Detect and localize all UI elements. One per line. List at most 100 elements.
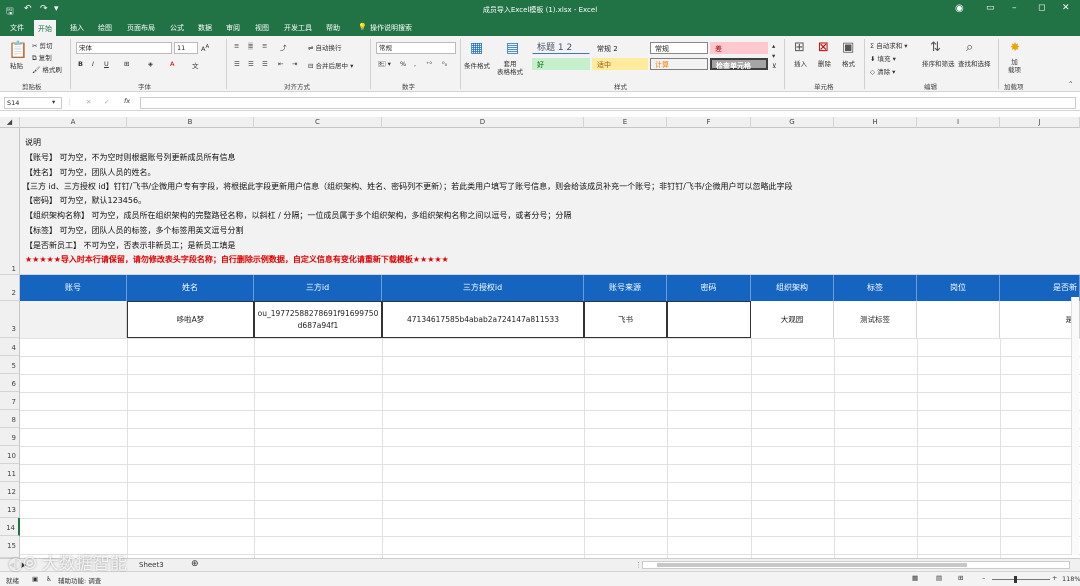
data-cell-org[interactable]: 大观园 — [751, 301, 834, 338]
header-cell-tags[interactable]: 标签 — [834, 275, 917, 301]
merge-center-button[interactable]: ⊟ 合并后居中 ▾ — [308, 60, 353, 70]
tab-help[interactable]: 帮助 — [322, 23, 344, 33]
zoom-level[interactable]: 118% — [1062, 575, 1080, 583]
autosum-button[interactable]: Σ 自动求和 ▾ — [870, 40, 908, 50]
macro-record-icon[interactable]: ▣ — [32, 575, 38, 583]
tab-insert[interactable]: 插入 — [66, 23, 88, 33]
horizontal-scrollbar[interactable] — [642, 561, 1070, 569]
copy-button[interactable]: ⧉ 复制 — [32, 52, 52, 63]
format-cells-button[interactable]: 格式 — [842, 58, 855, 68]
row-header-13[interactable]: 13 — [0, 500, 20, 518]
name-box-dropdown-icon[interactable]: ▾ — [52, 98, 55, 106]
format-cells-icon[interactable]: ▣ — [842, 40, 854, 55]
format-as-table-button[interactable]: 套用 表格格式 — [497, 60, 523, 76]
header-cell-position[interactable]: 岗位 — [917, 275, 1000, 301]
currency-icon[interactable]: 🖭 ▾ — [378, 60, 391, 71]
tab-review[interactable]: 审阅 — [222, 23, 244, 33]
fill-button[interactable]: ⬇ 填充 ▾ — [870, 53, 896, 63]
style-bad[interactable]: 差 — [710, 42, 768, 54]
clear-button[interactable]: ◇ 清除 ▾ — [870, 66, 895, 76]
italic-icon[interactable]: I — [92, 60, 94, 68]
column-header-b[interactable]: B — [127, 117, 254, 128]
collapse-ribbon-icon[interactable]: ⌃ — [1068, 80, 1073, 88]
tab-file[interactable]: 文件 — [6, 23, 28, 33]
header-cell-password[interactable]: 密码 — [667, 275, 751, 301]
notes-cell[interactable] — [20, 128, 1080, 275]
sort-filter-button[interactable]: 排序和筛选 — [922, 58, 955, 68]
find-select-icon[interactable]: ⌕ — [966, 40, 973, 55]
sort-filter-icon[interactable]: ⇅ — [930, 40, 941, 55]
horizontal-scroll-thumb[interactable] — [657, 563, 967, 567]
fill-color-icon[interactable]: ◈ — [148, 60, 153, 68]
bold-icon[interactable]: B — [78, 60, 83, 68]
cancel-entry-icon[interactable]: ✕ — [86, 98, 91, 106]
font-color-icon[interactable]: A — [170, 60, 174, 68]
style-neutral[interactable]: 适中 — [592, 58, 648, 70]
data-cell-name[interactable]: 哆啦A梦 — [127, 301, 254, 338]
column-header-i[interactable]: I — [917, 117, 1000, 128]
cut-button[interactable]: ✂ 剪切 — [32, 40, 53, 50]
row-header-3[interactable]: 3 — [0, 301, 20, 338]
tab-home[interactable]: 开始 — [34, 20, 56, 36]
align-middle-icon[interactable]: ≡ — [248, 42, 254, 50]
tab-page-layout[interactable]: 页面布局 — [123, 23, 159, 33]
page-break-view-icon[interactable]: ⊞ — [958, 574, 963, 582]
column-header-a[interactable]: A — [20, 117, 127, 128]
ribbon-display-icon[interactable]: ▭ — [986, 3, 995, 13]
style-normal[interactable]: 常规 — [650, 42, 708, 54]
account-avatar-icon[interactable]: ◉ — [955, 3, 964, 14]
styles-more-icon[interactable]: ⊻ — [772, 62, 777, 70]
header-cell-org[interactable]: 组织架构 — [751, 275, 834, 301]
confirm-entry-icon[interactable]: ✓ — [104, 98, 109, 106]
delete-cells-icon[interactable]: ⊠ — [818, 40, 829, 55]
minimize-icon[interactable]: – — [1012, 3, 1017, 13]
sheet-tab-sheet3[interactable]: Sheet3 — [134, 559, 169, 571]
align-right-icon[interactable]: ☰ — [262, 60, 268, 68]
data-cell-third-party-auth-id[interactable]: 47134617585b4abab2a724147a811533 — [382, 301, 584, 338]
row-header-7[interactable]: 7 — [0, 392, 20, 410]
align-top-icon[interactable]: ≡ — [234, 42, 239, 50]
styles-scroll-down-icon[interactable]: ▾ — [772, 52, 775, 60]
zoom-out-icon[interactable]: – — [982, 574, 985, 582]
conditional-format-icon[interactable]: ▦ — [470, 40, 483, 56]
maximize-icon[interactable]: ◻ — [1038, 3, 1045, 13]
tab-draw[interactable]: 绘图 — [94, 23, 116, 33]
style-calculation[interactable]: 计算 — [650, 58, 708, 70]
insert-cells-button[interactable]: 插入 — [794, 58, 807, 68]
column-header-d[interactable]: D — [382, 117, 584, 128]
data-cell-account[interactable] — [20, 301, 127, 338]
row-header-12[interactable]: 12 — [0, 482, 20, 500]
accessibility-status[interactable]: 辅助功能: 调查 — [58, 575, 101, 585]
insert-cells-icon[interactable]: ⊞ — [794, 40, 805, 55]
format-as-table-icon[interactable]: ▤ — [506, 40, 519, 56]
worksheet-grid[interactable]: ◢ A B C D E F G H I J 1 2 3 4 5 6 7 8 9 … — [0, 117, 1080, 558]
column-header-g[interactable]: G — [751, 117, 834, 128]
accessibility-icon[interactable]: ♿ — [46, 575, 52, 583]
number-format-select[interactable]: 常规 — [376, 42, 456, 54]
wrap-text-button[interactable]: ⇌ 自动换行 — [308, 42, 342, 52]
conditional-format-button[interactable]: 条件格式 — [464, 60, 490, 70]
data-cell-third-party-id[interactable]: ou_19772588278691f91699750d687a94f1 — [254, 301, 382, 338]
align-bottom-icon[interactable]: ≡ — [262, 42, 267, 50]
data-cell-tags[interactable]: 测试标签 — [834, 301, 917, 338]
style-heading[interactable]: 标题 1 2 — [532, 42, 590, 54]
increase-indent-icon[interactable]: ⇥ — [292, 60, 297, 68]
addins-button[interactable]: 加 载项 — [1008, 58, 1021, 74]
row-header-9[interactable]: 9 — [0, 428, 20, 446]
increase-decimal-icon[interactable]: ⁺⁰ — [426, 60, 432, 68]
data-cell-account-source[interactable]: 飞书 — [584, 301, 667, 338]
row-header-8[interactable]: 8 — [0, 410, 20, 428]
normal-view-icon[interactable]: ▦ — [912, 574, 918, 582]
data-cell-password[interactable] — [667, 301, 751, 338]
formula-input[interactable] — [140, 97, 1076, 109]
paste-button[interactable]: 粘贴 — [10, 60, 23, 70]
borders-icon[interactable]: ⊞ — [124, 60, 129, 68]
format-painter-button[interactable]: 🖌 格式刷 — [32, 64, 62, 74]
row-header-1[interactable]: 1 — [0, 128, 20, 275]
tab-view[interactable]: 视图 — [251, 23, 273, 33]
font-grow-icon[interactable]: AA — [201, 44, 209, 53]
phonetic-icon[interactable]: 文 — [192, 60, 199, 70]
font-name-select[interactable]: 宋体 — [76, 42, 172, 54]
paste-icon[interactable]: 📋 — [8, 40, 28, 59]
insert-function-icon[interactable]: fx — [124, 97, 130, 105]
